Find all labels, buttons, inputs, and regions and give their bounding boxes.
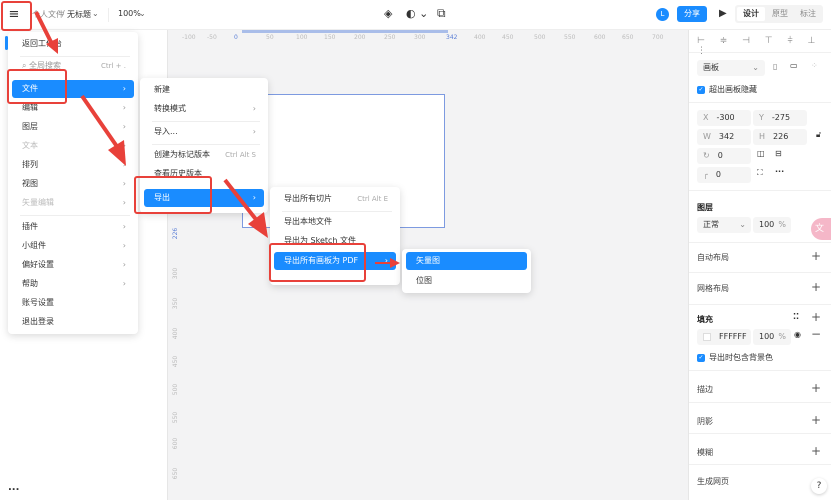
highlight-box-pdf [269,243,366,282]
arrow-1 [34,11,54,45]
highlight-box-menu [1,1,32,31]
highlight-box-file [7,69,67,104]
arrow-2 [80,94,120,150]
annotation-overlay [1,1,400,282]
arrow-3 [223,178,260,224]
highlight-box-export [134,176,212,214]
